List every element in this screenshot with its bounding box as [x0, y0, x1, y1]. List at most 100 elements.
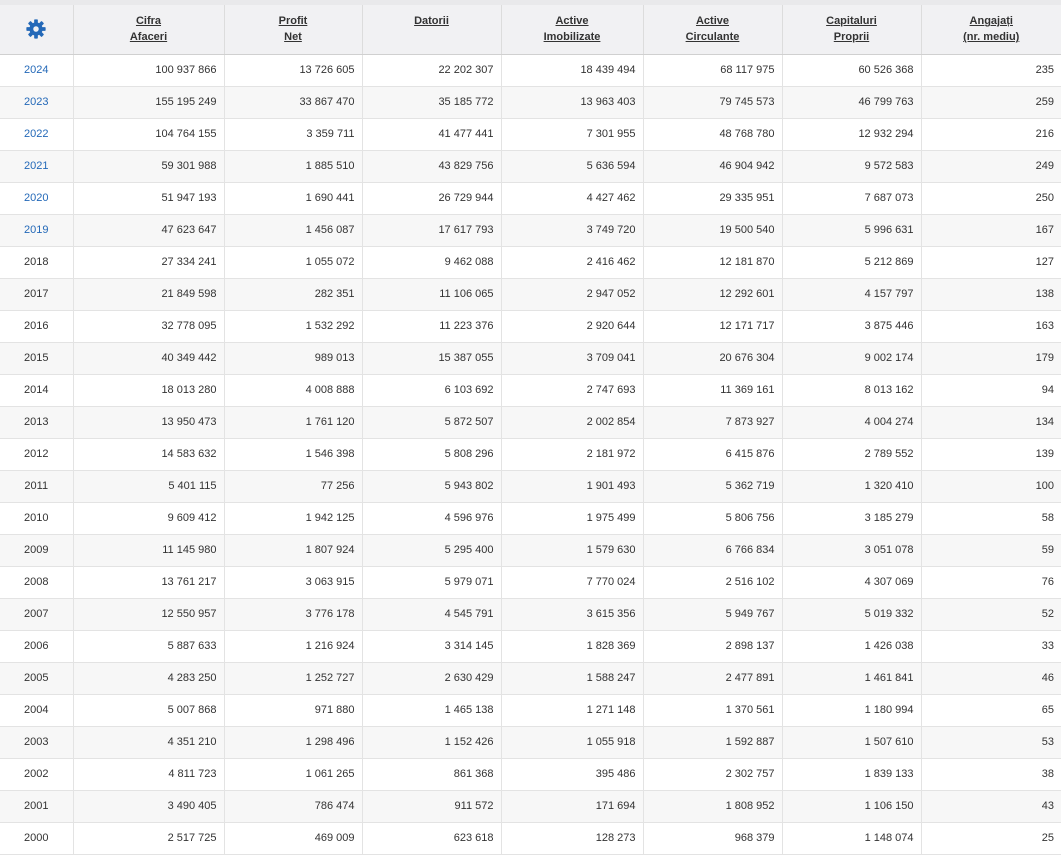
financial-table-panel: Cifra Afaceri Profit Net Datorii Active … [0, 0, 1061, 860]
cell-angajati: 127 [920, 246, 1061, 279]
table-row: 2016 32 778 095 1 532 292 11 223 376 2 920 6… [0, 310, 1061, 343]
cell-cifra-afaceri: 5 401 115 [72, 470, 224, 503]
cell-capitaluri-proprii: 1 426 038 [781, 630, 921, 663]
column-header-profit-net[interactable]: Profit Net [223, 5, 362, 55]
cell-active-imobilizate: 1 055 918 [500, 726, 643, 759]
cell-profit-net: 1 456 087 [223, 214, 362, 247]
header-label-line1: Profit [278, 15, 308, 28]
cell-active-circulante: 20 676 304 [642, 342, 782, 375]
year-cell[interactable]: 2022 [0, 118, 73, 151]
cell-datorii: 2 630 429 [361, 662, 501, 695]
table-row: 2014 18 013 280 4 008 888 6 103 692 2 747 69… [0, 374, 1061, 407]
cell-datorii: 5 872 507 [361, 406, 501, 439]
header-label-line2: Imobilizate [543, 31, 601, 44]
cell-datorii: 861 368 [361, 758, 501, 791]
cell-active-imobilizate: 2 747 693 [500, 374, 643, 407]
cell-cifra-afaceri: 47 623 647 [72, 214, 224, 247]
settings-header-cell [0, 5, 73, 55]
cell-cifra-afaceri: 2 517 725 [72, 822, 224, 855]
cell-capitaluri-proprii: 9 002 174 [781, 342, 921, 375]
year-cell[interactable]: 2019 [0, 214, 73, 247]
cell-angajati: 138 [920, 278, 1061, 311]
cell-active-imobilizate: 2 002 854 [500, 406, 643, 439]
cell-profit-net: 989 013 [223, 342, 362, 375]
cell-cifra-afaceri: 104 764 155 [72, 118, 224, 151]
cell-capitaluri-proprii: 1 461 841 [781, 662, 921, 695]
cell-capitaluri-proprii: 1 106 150 [781, 790, 921, 823]
cell-angajati: 59 [920, 534, 1061, 567]
table-row: 2019 47 623 647 1 456 087 17 617 793 3 749 7… [0, 214, 1061, 247]
table-row: 2000 2 517 725 469 009 623 618 128 273 968 37… [0, 822, 1061, 855]
cell-angajati: 250 [920, 182, 1061, 215]
cell-active-circulante: 5 949 767 [642, 598, 782, 631]
year-cell[interactable]: 2021 [0, 150, 73, 183]
cell-active-circulante: 6 415 876 [642, 438, 782, 471]
cell-angajati: 134 [920, 406, 1061, 439]
header-label-line2: Circulante [685, 31, 740, 44]
table-row: 2015 40 349 442 989 013 15 387 055 3 709 041… [0, 342, 1061, 375]
cell-active-circulante: 1 592 887 [642, 726, 782, 759]
cell-active-imobilizate: 13 963 403 [500, 86, 643, 119]
cell-datorii: 1 465 138 [361, 694, 501, 727]
cell-capitaluri-proprii: 60 526 368 [781, 54, 921, 87]
year-cell[interactable]: 2024 [0, 54, 73, 87]
column-header-angajati[interactable]: Angajați (nr. mediu) [920, 5, 1061, 55]
column-header-cifra-afaceri[interactable]: Cifra Afaceri [72, 5, 224, 55]
header-label-line1: Cifra [135, 15, 162, 28]
cell-active-imobilizate: 3 709 041 [500, 342, 643, 375]
cell-cifra-afaceri: 40 349 442 [72, 342, 224, 375]
year-cell: 2008 [0, 566, 73, 599]
header-label-line2: (nr. mediu) [963, 31, 1020, 44]
cell-angajati: 76 [920, 566, 1061, 599]
year-cell[interactable]: 2020 [0, 182, 73, 215]
header-label-line1: Active [695, 15, 730, 28]
cell-capitaluri-proprii: 3 051 078 [781, 534, 921, 567]
header-label-line2: Afaceri [129, 31, 168, 44]
cell-active-circulante: 6 766 834 [642, 534, 782, 567]
cell-capitaluri-proprii: 1 148 074 [781, 822, 921, 855]
cell-capitaluri-proprii: 3 875 446 [781, 310, 921, 343]
cell-cifra-afaceri: 11 145 980 [72, 534, 224, 567]
cell-capitaluri-proprii: 5 212 869 [781, 246, 921, 279]
cell-datorii: 11 223 376 [361, 310, 501, 343]
table-row: 2004 5 007 868 971 880 1 465 138 1 271 148 1 … [0, 694, 1061, 727]
year-cell[interactable]: 2023 [0, 86, 73, 119]
cell-capitaluri-proprii: 4 307 069 [781, 566, 921, 599]
cell-angajati: 52 [920, 598, 1061, 631]
cell-angajati: 249 [920, 150, 1061, 183]
cell-cifra-afaceri: 5 887 633 [72, 630, 224, 663]
cell-cifra-afaceri: 13 761 217 [72, 566, 224, 599]
cell-capitaluri-proprii: 1 180 994 [781, 694, 921, 727]
cell-angajati: 33 [920, 630, 1061, 663]
year-cell: 2010 [0, 502, 73, 535]
year-cell: 2018 [0, 246, 73, 279]
cell-active-imobilizate: 128 273 [500, 822, 643, 855]
cell-active-circulante: 7 873 927 [642, 406, 782, 439]
cell-active-imobilizate: 4 427 462 [500, 182, 643, 215]
cell-capitaluri-proprii: 4 004 274 [781, 406, 921, 439]
cell-profit-net: 33 867 470 [223, 86, 362, 119]
header-label-line1: Datorii [414, 15, 449, 28]
gear-icon[interactable] [25, 18, 47, 40]
column-header-datorii[interactable]: Datorii [361, 5, 501, 55]
cell-profit-net: 1 055 072 [223, 246, 362, 279]
cell-active-circulante: 48 768 780 [642, 118, 782, 151]
column-header-active-imobilizate[interactable]: Active Imobilizate [500, 5, 643, 55]
cell-active-circulante: 46 904 942 [642, 150, 782, 183]
cell-angajati: 216 [920, 118, 1061, 151]
cell-cifra-afaceri: 3 490 405 [72, 790, 224, 823]
column-header-active-circulante[interactable]: Active Circulante [642, 5, 782, 55]
cell-active-circulante: 2 898 137 [642, 630, 782, 663]
cell-active-circulante: 5 362 719 [642, 470, 782, 503]
year-cell: 2013 [0, 406, 73, 439]
cell-profit-net: 1 942 125 [223, 502, 362, 535]
cell-active-imobilizate: 2 181 972 [500, 438, 643, 471]
cell-active-circulante: 12 292 601 [642, 278, 782, 311]
cell-active-imobilizate: 1 579 630 [500, 534, 643, 567]
cell-active-imobilizate: 1 271 148 [500, 694, 643, 727]
cell-profit-net: 3 063 915 [223, 566, 362, 599]
cell-angajati: 167 [920, 214, 1061, 247]
cell-profit-net: 1 252 727 [223, 662, 362, 695]
cell-cifra-afaceri: 9 609 412 [72, 502, 224, 535]
column-header-capitaluri-proprii[interactable]: Capitaluri Proprii [781, 5, 921, 55]
